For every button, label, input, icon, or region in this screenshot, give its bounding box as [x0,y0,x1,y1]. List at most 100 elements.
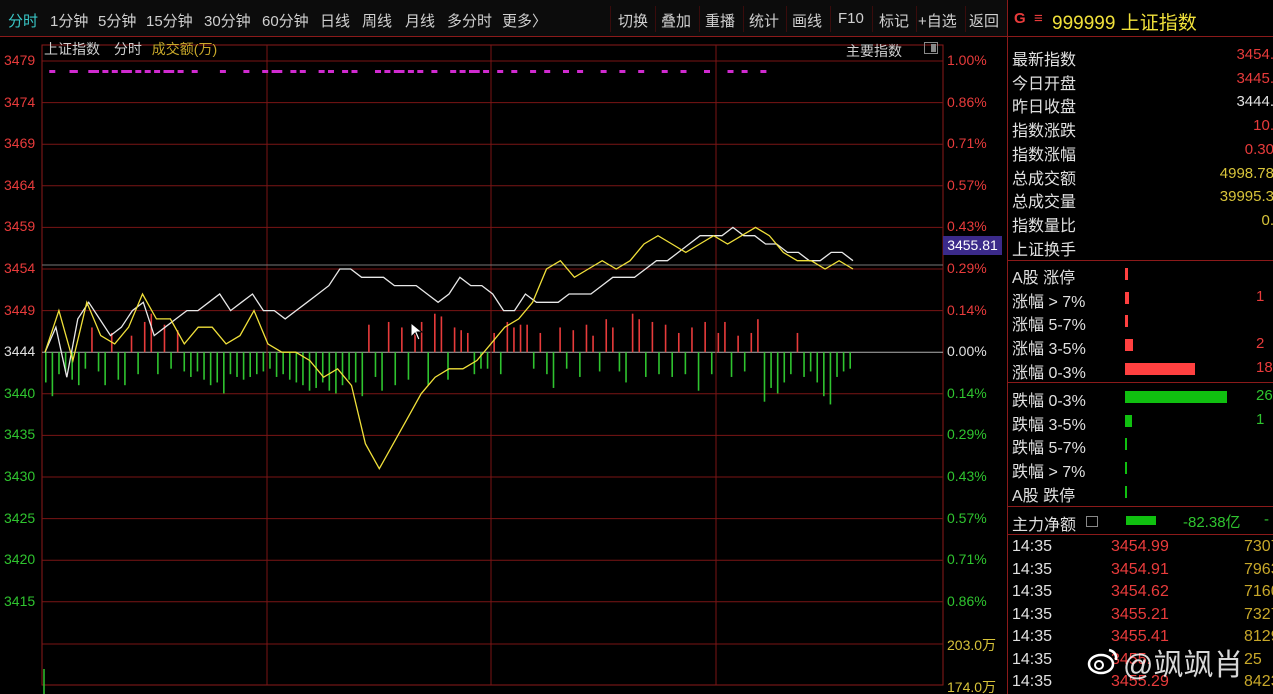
price-tick-label: 3464 [4,176,36,193]
symbol-code: 999999 [1052,13,1116,34]
volume-bar [803,352,805,377]
breadth-row: 跌幅 3-5% 1 [1008,409,1273,434]
percent-tick-label: 0.86% [947,93,987,110]
signal-dot [431,70,438,73]
tick-volume: 7327 [1244,605,1273,623]
switch-button[interactable]: 切换 [618,10,648,31]
percent-tick-label: 0.71% [947,551,987,568]
volume-tick-label: 203.0万 [947,637,997,653]
chart-toolbar: 分时 1分钟 5分钟 15分钟 30分钟 60分钟 日线 周线 月线 多分时 更… [0,0,1007,37]
replay-button[interactable]: 重播 [705,10,735,31]
period-tab-more[interactable]: 更多〉 [502,10,547,31]
volume-bar [717,332,720,353]
intraday-chart[interactable]: 上证指数 分时 成交额(万) 主要指数 3479 3474 3469 3464 3459… [0,37,1007,694]
divider [1008,534,1273,535]
divider [1008,260,1273,261]
panel-toggle-icon[interactable] [924,42,938,54]
period-tab-multi[interactable]: 多分时 [447,10,492,31]
breadth-bar [1125,291,1129,304]
volume-tick-label: 174.0万 [947,679,997,694]
volume-bar [526,324,528,353]
stat-label: 最新指数 [1012,52,1077,69]
main-net-menu-icon[interactable] [1086,516,1098,527]
breadth-row: 跌幅 > 7% [1008,456,1273,481]
price-tick-label: 3440 [4,384,36,401]
tick-row: 14:35 3454.91 7963 [1008,560,1273,582]
volume-bar [183,352,186,372]
signal-dot [102,70,109,73]
tick-time: 14:35 [1012,560,1053,578]
tick-time: 14:35 [1012,673,1053,690]
toolbar-separator [916,6,917,32]
stat-label: 指数涨跌 [1012,123,1077,141]
breadth-label: A股 跌停 [1012,487,1076,505]
signal-dot [727,70,734,73]
signal-dot [135,70,142,73]
stat-row: 总成交量 39995.3 [1008,186,1273,211]
period-tab-weekly[interactable]: 周线 [362,10,392,31]
quote-panel: G ≡ 999999 上证指数 最新指数 3454. 今日开盘 3445. 昨日收盘 34… [1007,0,1273,694]
breadth-bar [1125,268,1128,280]
back-button[interactable]: 返回 [969,10,999,31]
price-tick-label: 3415 [4,592,36,609]
breadth-row: 涨幅 > 7% 1 [1008,286,1273,311]
menu-icon[interactable]: ≡ [1034,10,1043,27]
signal-dot [407,70,414,73]
stat-row: 昨日收盘 3444. [1008,91,1273,116]
stat-value: 4998.78 [1219,164,1273,182]
signal-dot [328,70,334,73]
volume-bar [255,352,258,375]
volume-bar [486,352,489,369]
signal-dot [497,70,504,73]
breadth-row: 涨幅 5-7% [1008,309,1273,334]
mark-button[interactable]: 标记 [879,10,909,31]
signal-dot [262,70,269,73]
volume-bar [836,352,838,377]
breadth-label: 跌幅 3-5% [1012,416,1086,434]
tick-price: 3455.21 [1111,605,1169,623]
signal-dot [563,70,569,73]
tick-row: 14:35 3454.99 7307 [1008,537,1273,559]
period-tab-monthly[interactable]: 月线 [405,10,435,31]
toolbar-separator [699,6,700,32]
signal-dot [299,70,306,73]
period-tab-1min[interactable]: 1分钟 [50,10,88,31]
breadth-bar [1125,438,1127,451]
tick-time: 14:35 [1012,628,1053,645]
period-tab-fenshi[interactable]: 分时 [8,10,38,31]
volume-bar [737,335,739,353]
draw-button[interactable]: 画线 [792,10,822,31]
period-tab-15min[interactable]: 15分钟 [146,10,193,31]
volume-bar [645,352,647,377]
breadth-label: 跌幅 0-3% [1012,393,1086,410]
tick-price: 3454.99 [1111,538,1169,555]
volume-bar [671,352,673,377]
breadth-row: A股 涨停 [1008,262,1273,287]
overlay-button[interactable]: 叠加 [661,10,691,31]
signal-dot [577,70,584,73]
period-tab-60min[interactable]: 60分钟 [262,10,309,31]
symbol-title: 999999 上证指数 [1052,8,1197,35]
signal-dot [638,70,645,73]
f10-button[interactable]: F10 [838,10,864,27]
volume-bar [321,352,324,383]
stat-label: 指数量比 [1012,217,1077,235]
signal-dot [351,70,358,73]
breadth-bar [1125,315,1128,328]
statistics-button[interactable]: 统计 [749,10,779,31]
volume-bar [143,321,146,353]
symbol-name: 上证指数 [1120,13,1197,34]
period-tab-daily[interactable]: 日线 [320,10,350,31]
price-tick-label: 3425 [4,509,36,526]
chart-canvas[interactable] [0,37,1007,694]
stat-row: 最新指数 3454. [1008,44,1273,69]
volume-bar [401,327,403,353]
main-index-label[interactable]: 主要指数 [846,41,902,61]
percent-tick-label: 0.57% [947,509,987,526]
period-tab-5min[interactable]: 5分钟 [98,10,136,31]
add-watchlist-button[interactable]: +自选 [918,10,957,31]
stat-label: 上证换手 [1012,241,1077,259]
volume-bar [691,327,693,353]
period-tab-30min[interactable]: 30分钟 [204,10,251,31]
tick-volume: 8423 [1244,673,1273,690]
